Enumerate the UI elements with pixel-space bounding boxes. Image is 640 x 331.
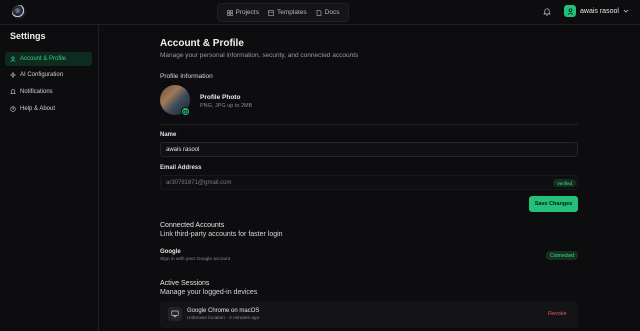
connected-badge: Connected bbox=[546, 251, 579, 260]
user-icon bbox=[10, 56, 16, 62]
camera-badge[interactable] bbox=[181, 107, 190, 116]
user-menu[interactable]: awais rasool bbox=[564, 5, 629, 17]
document-icon bbox=[316, 9, 321, 16]
photo-hint: PNG, JPG up to 2MB bbox=[200, 103, 253, 109]
connected-accounts-heading: Connected Accounts bbox=[160, 222, 225, 229]
help-icon bbox=[10, 106, 16, 112]
divider bbox=[160, 124, 578, 125]
active-sessions-subtitle: Manage your logged-in devices bbox=[160, 289, 258, 296]
camera-icon bbox=[183, 109, 188, 114]
name-label: Name bbox=[160, 132, 177, 138]
sidebar-item-ai-configuration[interactable]: AI Configuration bbox=[5, 68, 92, 82]
nav-templates-label: Templates bbox=[277, 9, 307, 16]
sidebar: Settings Account & Profile AI Configurat… bbox=[0, 25, 99, 331]
nav-templates[interactable]: Templates bbox=[268, 9, 307, 16]
photo-title: Profile Photo bbox=[200, 94, 241, 101]
bell-icon bbox=[10, 89, 16, 94]
name-input[interactable]: awais rasool bbox=[160, 142, 578, 157]
session-row: Google Chrome on macOS Unknown location … bbox=[160, 301, 578, 328]
nav-docs-label: Docs bbox=[324, 9, 340, 16]
main-content: Account & Profile Manage your personal i… bbox=[99, 25, 640, 331]
sparkle-icon bbox=[10, 72, 16, 78]
email-value: ar30781871@gmail.com bbox=[166, 179, 232, 186]
nav-docs[interactable]: Docs bbox=[316, 9, 340, 16]
revoke-button[interactable]: Revoke bbox=[548, 311, 567, 317]
sidebar-item-notifications[interactable]: Notifications bbox=[5, 85, 92, 99]
app-logo[interactable] bbox=[12, 5, 26, 19]
verified-badge: Verified bbox=[553, 179, 577, 187]
top-bar: Projects Templates Docs awais rasool bbox=[0, 0, 640, 25]
nav-projects-label: Projects bbox=[235, 9, 259, 16]
page-title: Account & Profile bbox=[160, 38, 244, 49]
google-provider-name: Google bbox=[160, 249, 181, 255]
session-title: Google Chrome on macOS bbox=[187, 308, 260, 314]
sidebar-title: Settings bbox=[10, 31, 46, 41]
sidebar-item-label: Notifications bbox=[20, 89, 53, 95]
name-value: awais rasool bbox=[166, 146, 200, 153]
sidebar-item-account[interactable]: Account & Profile bbox=[5, 52, 92, 66]
session-meta: Unknown location · 2 minutes ago bbox=[187, 316, 260, 321]
email-label: Email Address bbox=[160, 165, 202, 171]
sidebar-item-label: Help & About bbox=[20, 106, 56, 112]
bell-icon[interactable] bbox=[543, 8, 551, 16]
profile-section-heading: Profile Information bbox=[160, 73, 213, 80]
sidebar-item-help[interactable]: Help & About bbox=[5, 102, 92, 116]
page-subtitle: Manage your personal information, securi… bbox=[160, 52, 359, 59]
nav-projects[interactable]: Projects bbox=[226, 9, 259, 16]
chevron-down-icon bbox=[623, 9, 629, 13]
user-name: awais rasool bbox=[580, 7, 619, 15]
google-provider-sub: Sign in with your Google account bbox=[160, 257, 231, 262]
avatar bbox=[564, 5, 576, 17]
sidebar-item-label: Account & Profile bbox=[20, 56, 67, 62]
save-changes-button[interactable]: Save Changes bbox=[529, 196, 578, 212]
top-nav: Projects Templates Docs bbox=[217, 3, 349, 22]
connected-accounts-subtitle: Link third-party accounts for faster log… bbox=[160, 231, 283, 238]
monitor-icon bbox=[168, 307, 182, 321]
email-field: ar30781871@gmail.com bbox=[160, 175, 578, 190]
grid-icon bbox=[226, 9, 233, 16]
active-sessions-heading: Active Sessions bbox=[160, 280, 210, 287]
user-icon bbox=[567, 7, 573, 15]
layout-icon bbox=[268, 9, 274, 16]
sidebar-item-label: AI Configuration bbox=[20, 72, 64, 78]
monitor-glyph bbox=[171, 310, 179, 318]
